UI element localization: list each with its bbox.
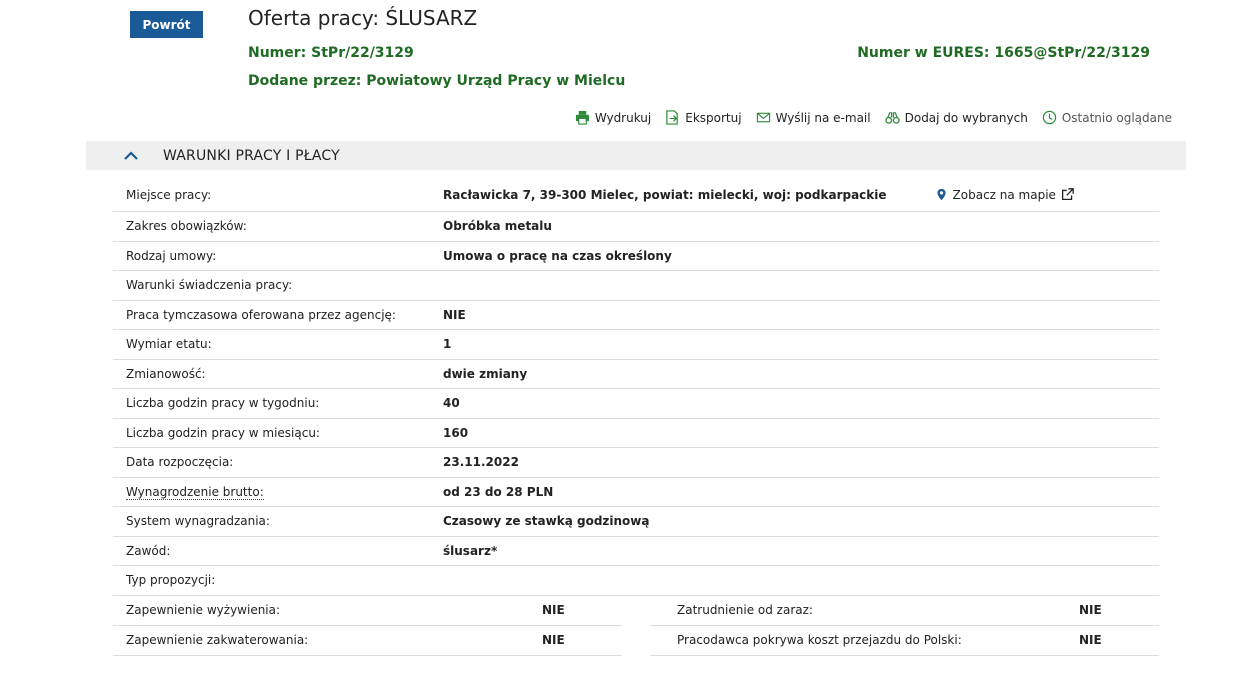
row-value: ślusarz* [443, 543, 498, 558]
row-label: Zawód: [126, 543, 171, 558]
export-icon [666, 110, 679, 125]
salary-tooltip-label[interactable]: Wynagrodzenie brutto: [113, 484, 443, 500]
added-by: Dodane przez: Powiatowy Urząd Pracy w Mi… [248, 73, 625, 89]
add-favorite-label: Dodaj do wybranych [904, 110, 1028, 125]
table-row: Liczba godzin pracy w miesiącu: 160 [113, 419, 1159, 448]
table-row: Pracodawca pokrywa koszt przejazdu do Po… [650, 626, 1159, 656]
row-value: NIE [1079, 603, 1102, 617]
external-link-icon [1061, 188, 1074, 201]
table-row: Wymiar etatu: 1 [113, 330, 1159, 360]
eures-number: Numer w EURES: 1665@StPr/22/3129 [857, 45, 1150, 61]
table-row: Zapewnienie wyżywienia: NIE [113, 596, 622, 626]
table-row: Praca tymczasowa oferowana przez agencję… [113, 301, 1159, 330]
row-value: Obróbka metalu [443, 219, 552, 234]
add-favorite-button[interactable]: Dodaj do wybranych [884, 110, 1028, 125]
table-row: Rodzaj umowy: Umowa o pracę na czas okre… [113, 242, 1159, 271]
row-label: Pracodawca pokrywa koszt przejazdu do Po… [677, 633, 962, 647]
row-label: Liczba godzin pracy w tygodniu: [126, 396, 320, 411]
table-row: Warunki świadczenia pracy: [113, 271, 1159, 301]
row-label: Rodzaj umowy: [126, 248, 217, 263]
section-toggle-warunki[interactable]: WARUNKI PRACY I PŁACY [86, 141, 1186, 170]
offer-number-label: Numer: [248, 45, 307, 61]
row-label: Data rozpoczęcia: [126, 455, 234, 470]
binoculars-icon [884, 112, 900, 124]
print-label: Wydrukuj [594, 110, 652, 125]
row-value: NIE [542, 633, 565, 647]
eures-number-label: Numer w EURES: [857, 45, 990, 61]
row-value: NIE [542, 603, 565, 617]
row-label: Zapewnienie zakwaterowania: [126, 633, 309, 647]
row-value: 40 [443, 396, 460, 411]
row-value: Czasowy ze stawką godzinową [443, 514, 650, 529]
row-value: 1 [443, 337, 452, 352]
printer-icon [575, 110, 589, 125]
row-label: Miejsce pracy: [126, 187, 212, 202]
row-label: Typ propozycji: [126, 573, 216, 588]
eures-number-value: 1665@StPr/22/3129 [994, 45, 1150, 61]
recently-viewed-button[interactable]: Ostatnio oglądane [1042, 110, 1172, 125]
row-label: Liczba godzin pracy w miesiącu: [126, 425, 320, 440]
row-value: Umowa o pracę na czas określony [443, 248, 672, 263]
offer-number: Numer: StPr/22/3129 [248, 45, 414, 61]
envelope-icon [756, 112, 770, 123]
table-row: Zmianowość: dwie zmiany [113, 360, 1159, 389]
table-row: Zakres obowiązków: Obróbka metalu [113, 212, 1159, 242]
table-row: Liczba godzin pracy w tygodniu: 40 [113, 389, 1159, 419]
row-label: System wynagradzania: [126, 514, 270, 529]
row-label: Zatrudnienie od zaraz: [677, 603, 813, 617]
section-title: WARUNKI PRACY I PŁACY [163, 147, 340, 164]
table-row: System wynagradzania: Czasowy ze stawką … [113, 507, 1159, 537]
clock-icon [1042, 110, 1057, 125]
row-value: od 23 do 28 PLN [443, 484, 554, 499]
chevron-up-icon[interactable] [123, 148, 139, 164]
show-on-map-link[interactable]: Zobacz na mapie [935, 188, 1074, 202]
table-row: Wynagrodzenie brutto: od 23 do 28 PLN [113, 478, 1159, 507]
table-row: Zatrudnienie od zaraz: NIE [650, 596, 1159, 626]
row-value: NIE [443, 307, 466, 322]
row-label: Zakres obowiązków: [126, 219, 247, 234]
row-label: Warunki świadczenia pracy: [126, 278, 293, 293]
offer-number-value: StPr/22/3129 [311, 45, 414, 61]
added-by-value: Powiatowy Urząd Pracy w Mielcu [366, 73, 626, 89]
map-pin-icon [936, 188, 946, 201]
page-title: Oferta pracy: ŚLUSARZ [248, 6, 478, 30]
table-row: Data rozpoczęcia: 23.11.2022 [113, 448, 1159, 478]
row-value: 23.11.2022 [443, 455, 519, 470]
table-row: Typ propozycji: [113, 566, 1159, 596]
split-row: Zapewnienie zakwaterowania: NIE Pracodaw… [113, 626, 1159, 656]
table-row: Zawód: ślusarz* [113, 537, 1159, 566]
table-row: Zapewnienie zakwaterowania: NIE [113, 626, 622, 656]
row-value: dwie zmiany [443, 366, 528, 381]
recently-viewed-label: Ostatnio oglądane [1061, 110, 1172, 125]
print-button[interactable]: Wydrukuj [575, 110, 651, 125]
row-label: Zapewnienie wyżywienia: [126, 603, 281, 617]
email-button[interactable]: Wyślij na e-mail [756, 110, 871, 125]
added-by-label: Dodane przez: [248, 73, 362, 89]
row-label: Zmianowość: [126, 366, 206, 381]
row-label: Wymiar etatu: [126, 337, 212, 352]
split-row: Zapewnienie wyżywienia: NIE Zatrudnienie… [113, 596, 1159, 626]
row-value: Racławicka 7, 39-300 Mielec, powiat: mie… [443, 187, 887, 202]
email-label: Wyślij na e-mail [775, 110, 871, 125]
row-value: NIE [1079, 633, 1102, 647]
export-button[interactable]: Eksportuj [665, 110, 742, 125]
table-row: Miejsce pracy: Racławicka 7, 39-300 Miel… [113, 178, 1159, 212]
export-label: Eksportuj [685, 110, 742, 125]
row-label: Praca tymczasowa oferowana przez agencję… [126, 307, 396, 322]
conditions-table: Miejsce pracy: Racławicka 7, 39-300 Miel… [113, 178, 1159, 656]
show-on-map-label: Zobacz na mapie [952, 187, 1056, 202]
row-value: 160 [443, 425, 469, 440]
action-bar: Wydrukuj Eksportuj Wyślij na e-mail Doda… [575, 110, 1172, 125]
row-label: Wynagrodzenie brutto: [126, 484, 264, 500]
back-button[interactable]: Powrót [130, 11, 203, 38]
